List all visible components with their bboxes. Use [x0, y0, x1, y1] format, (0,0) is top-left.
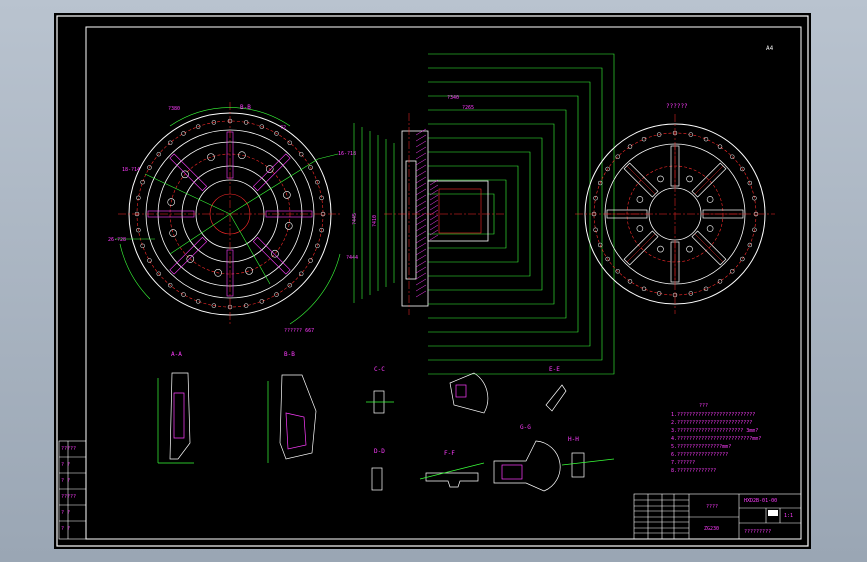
svg-text:18-?14: 18-?14 [122, 167, 140, 173]
tech-note-3: 3.?????????????????????? 3mm? [671, 428, 758, 434]
svg-text:?340: ?340 [447, 95, 459, 101]
section-f-label: F-F [444, 450, 455, 457]
title-company: ????????? [744, 529, 771, 535]
svg-text:16-?18: 16-?18 [338, 151, 356, 157]
tech-note-1: 1.?????????????????????????? [671, 412, 755, 418]
left-table-row-5: ? ? [61, 510, 70, 516]
cad-drawing: A4 18-?14 26-?28 16-?18 ?2 ?????? 667 ?3… [56, 15, 809, 547]
svg-text:?445: ?445 [352, 213, 358, 225]
left-table-row-2: ? ? [61, 462, 70, 468]
left-table-row-1: ????? [61, 446, 76, 452]
title-scale: 1:1 [784, 513, 793, 519]
tech-notes: ??? 1.?????????????????????????? 2.?????… [671, 403, 761, 474]
tech-notes-heading: ??? [699, 403, 708, 409]
cad-viewport[interactable]: A4 18-?14 26-?28 16-?18 ?2 ?????? 667 ?3… [0, 0, 867, 562]
section-d-label: D-D [374, 448, 385, 455]
tech-note-2: 2.????????????????????????? [671, 420, 752, 426]
scale-box [768, 510, 778, 516]
section-a-label: A-A [171, 351, 182, 358]
tech-note-6: 6.????????????????? [671, 452, 728, 458]
left-revision-table [58, 440, 87, 540]
section-e-label: E-E [549, 366, 560, 373]
corner-mark: A4 [766, 45, 774, 52]
tech-note-5: 5.???????????????mm? [671, 444, 731, 450]
title-material: ZG230 [704, 526, 719, 532]
left-plan-view: 18-?14 26-?28 16-?18 ?2 ?????? 667 ?380 … [108, 102, 358, 334]
svg-text:?265: ?265 [462, 105, 474, 111]
right-view-label: ?????? [666, 103, 688, 110]
section-c-label: C-C [374, 366, 385, 373]
svg-text:?2: ?2 [280, 125, 286, 131]
left-table-row-4: ????? [61, 494, 76, 500]
svg-text:?????? 667: ?????? 667 [284, 328, 314, 334]
tech-note-4: 4.?????????????????????????mm? [671, 436, 761, 442]
tech-note-7: 7.?????? [671, 460, 695, 466]
title-part-name: ???? [706, 504, 718, 510]
center-section-view: ?340 ?265 ?445 ?410 [352, 53, 615, 375]
section-h-label: H-H [568, 436, 579, 443]
left-table-row-3: ? ? [61, 478, 70, 484]
title-drawing-no: HXD2B-01-00 [744, 498, 777, 504]
svg-text:?444: ?444 [346, 255, 358, 261]
section-g-label: G-G [520, 424, 531, 431]
detail-sections [157, 372, 615, 492]
svg-text:26-?28: 26-?28 [108, 237, 126, 243]
section-b-label: B-B [284, 351, 295, 358]
left-view-label: B-B [240, 104, 251, 111]
svg-text:?410: ?410 [372, 215, 378, 227]
svg-text:?380: ?380 [168, 106, 180, 112]
drawing-sheet: A4 18-?14 26-?28 16-?18 ?2 ?????? 667 ?3… [54, 13, 811, 549]
left-table-row-6: ? ? [61, 526, 70, 532]
right-plan-view [575, 114, 775, 314]
tech-note-8: 8.????????????? [671, 468, 716, 474]
